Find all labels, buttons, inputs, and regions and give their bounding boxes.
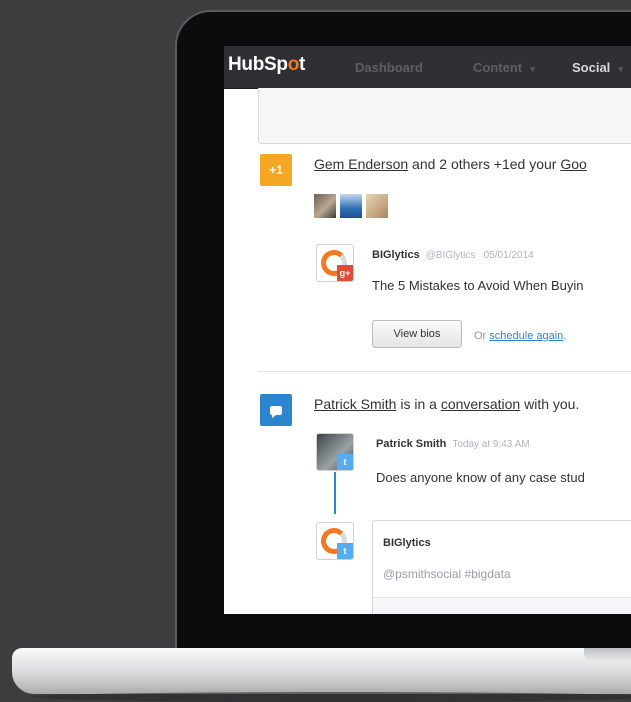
top-nav: HubSpot Dashboard Content ▼ Social ▼ [224, 46, 631, 89]
app-screen: HubSpot Dashboard Content ▼ Social ▼ +1 Ge… [224, 46, 631, 614]
reply-account-name: BIGlytics [383, 537, 431, 549]
post-author: BIGlytics [372, 249, 420, 261]
logo-sprocket: o [287, 54, 300, 75]
logo-text-prefix: HubSp [228, 54, 288, 75]
schedule-again-row: Or schedule again. [474, 330, 566, 342]
activity-headline: Gem Enderson and 2 others +1ed your Goo [314, 156, 587, 172]
laptop-base [12, 648, 631, 694]
user-avatar[interactable] [314, 194, 336, 218]
or-text: Or [474, 330, 490, 342]
nav-content[interactable]: Content ▼ [473, 60, 537, 75]
actor-link[interactable]: Patrick Smith [314, 396, 396, 412]
biglytics-avatar: t [316, 522, 354, 560]
nav-dashboard[interactable]: Dashboard [355, 60, 423, 75]
nav-social-label: Social [572, 60, 611, 75]
user-avatar[interactable] [340, 194, 362, 218]
nav-content-label: Content [473, 60, 523, 75]
activity-headline: Patrick Smith is in a conversation with … [314, 396, 579, 412]
twitter-icon: t [337, 454, 353, 470]
user-thumbnails [314, 194, 392, 218]
chat-bubble-icon [270, 406, 282, 418]
nav-dashboard-label: Dashboard [355, 60, 423, 75]
plus-one-badge: +1 [260, 154, 292, 186]
target-link[interactable]: Goo [560, 156, 586, 172]
post-date: 05/01/2014 [483, 250, 534, 261]
reply-input[interactable]: @psmithsocial #bigdata [383, 567, 511, 581]
chevron-down-icon: ▼ [528, 64, 538, 74]
plus-one-badge-label: +1 [269, 163, 283, 177]
user-avatar[interactable] [366, 194, 388, 218]
link-suffix: . [563, 330, 567, 342]
post-author: Patrick Smith [376, 438, 447, 450]
activity-text: with you. [520, 396, 580, 412]
compose-box[interactable] [258, 88, 631, 144]
biglytics-avatar: g+ [316, 244, 354, 282]
reply-box[interactable]: BIGlytics @psmithsocial #bigdata [372, 520, 631, 614]
conversation-badge [260, 394, 292, 426]
view-bios-button[interactable]: View bios [372, 320, 462, 348]
post-meta: Patrick Smith Today at 9:43 AM [376, 438, 530, 450]
actor-link[interactable]: Gem Enderson [314, 156, 408, 172]
schedule-again-link[interactable]: schedule again [489, 330, 563, 342]
twitter-icon: t [337, 543, 353, 559]
activity-text: and 2 others +1ed your [408, 156, 561, 172]
patrick-smith-avatar[interactable]: t [316, 433, 354, 471]
activity-text: is in a [396, 396, 441, 412]
laptop-notch [584, 648, 631, 661]
post-meta: BIGlytics @BIGlytics 05/01/2014 [372, 249, 534, 261]
chevron-down-icon: ▼ [616, 64, 626, 74]
post-handle: @BIGlytics [425, 250, 476, 261]
thread-connector [334, 472, 336, 514]
conversation-link[interactable]: conversation [441, 396, 520, 412]
post-text: The 5 Mistakes to Avoid When Buyin [372, 278, 584, 293]
reply-footer [373, 597, 631, 614]
post-time: Today at 9:43 AM [452, 439, 530, 450]
divider [258, 371, 631, 372]
view-bios-label: View bios [393, 328, 441, 340]
laptop-mockup: HubSpot Dashboard Content ▼ Social ▼ +1 Ge… [0, 0, 631, 702]
hubspot-logo[interactable]: HubSpot [228, 54, 305, 76]
logo-text-suffix: t [299, 54, 306, 75]
post-text: Does anyone know of any case stud [376, 470, 585, 485]
nav-social[interactable]: Social ▼ [572, 60, 625, 75]
laptop-shadow [30, 692, 631, 702]
google-plus-icon: g+ [337, 265, 353, 281]
